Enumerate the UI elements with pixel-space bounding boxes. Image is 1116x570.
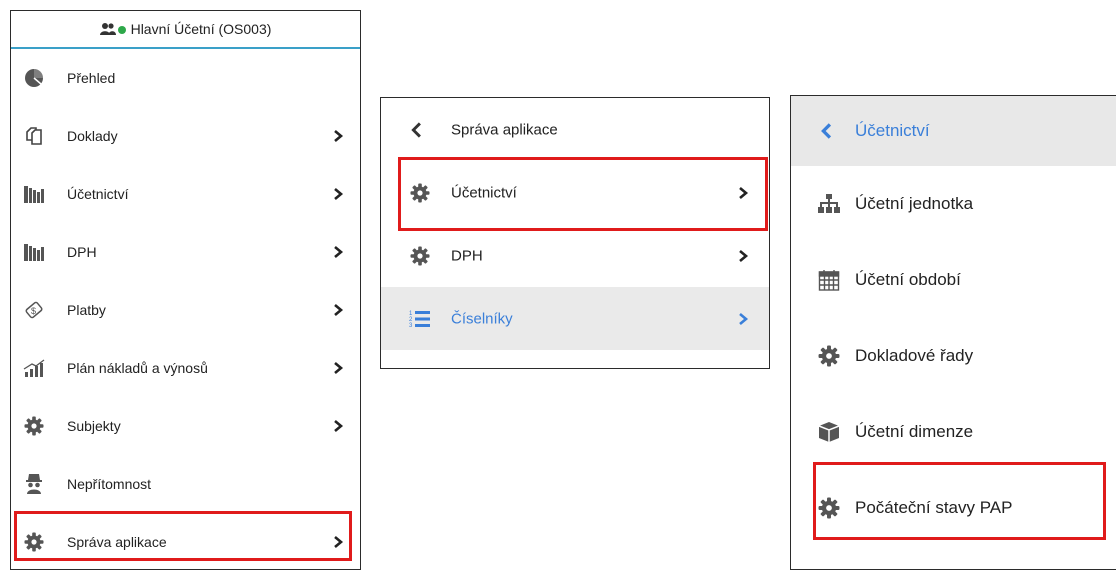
chevron-right-icon bbox=[334, 420, 344, 432]
menu-item-label: Subjekty bbox=[67, 418, 121, 434]
submenu-item-dokladove-rady[interactable]: Dokladové řady bbox=[791, 318, 1116, 394]
submenu-item-ucetni-obdobi[interactable]: Účetní období bbox=[791, 242, 1116, 318]
submenu-item-ucetni-jednotka[interactable]: Účetní jednotka bbox=[791, 166, 1116, 242]
menu-item-label: Přehled bbox=[67, 70, 116, 86]
pie-chart-icon bbox=[23, 67, 45, 89]
online-status-dot bbox=[117, 26, 126, 34]
cube-icon bbox=[817, 420, 841, 444]
menu-item-ucetnictvi[interactable]: Účetnictví bbox=[11, 165, 360, 223]
menu-item-label: Doklady bbox=[67, 128, 118, 144]
chevron-left-icon bbox=[411, 121, 421, 138]
menu-item-nepritomnost[interactable]: Nepřítomnost bbox=[11, 455, 360, 513]
org-chart-icon bbox=[817, 192, 841, 216]
highlight-sprava-aplikace bbox=[14, 511, 352, 561]
documents-icon bbox=[23, 125, 45, 147]
back-label: Správa aplikace bbox=[451, 121, 558, 138]
submenu-item-label: Účetní jednotka bbox=[855, 194, 974, 213]
svg-text:$: $ bbox=[31, 306, 36, 316]
chevron-right-icon bbox=[334, 304, 344, 316]
submenu-item-ucetni-dimenze[interactable]: Účetní dimenze bbox=[791, 394, 1116, 470]
submenu-item-label: Dokladové řady bbox=[855, 346, 974, 365]
submenu-item-ciselniky[interactable]: 123 Číselníky bbox=[381, 287, 769, 350]
user-header[interactable]: Hlavní Účetní (OS003) bbox=[11, 11, 360, 49]
chevron-right-icon bbox=[334, 246, 344, 258]
main-menu-panel: Hlavní Účetní (OS003) Přehled Doklady Úč… bbox=[10, 10, 361, 570]
menu-item-subjekty[interactable]: Subjekty bbox=[11, 397, 360, 455]
gear-icon bbox=[409, 245, 431, 267]
chevron-right-icon bbox=[334, 130, 344, 142]
chevron-right-icon bbox=[739, 312, 749, 325]
chevron-right-icon bbox=[334, 362, 344, 374]
menu-item-dph[interactable]: DPH bbox=[11, 223, 360, 281]
submenu-item-label: Číselníky bbox=[451, 310, 513, 327]
svg-text:3: 3 bbox=[409, 323, 413, 329]
admin-submenu-panel: Správa aplikace Účetnictví DPH 123 Čísel… bbox=[380, 97, 770, 369]
highlight-ucetnictvi bbox=[398, 157, 768, 231]
gear-icon bbox=[817, 344, 841, 368]
submenu-item-label: Účetní období bbox=[855, 270, 961, 289]
menu-item-plan-nakladu[interactable]: Plán nákladů a výnosů bbox=[11, 339, 360, 397]
chevron-right-icon bbox=[739, 249, 749, 262]
chevron-left-icon bbox=[821, 123, 832, 139]
menu-item-label: Nepřítomnost bbox=[67, 476, 152, 492]
numbered-list-icon: 123 bbox=[409, 308, 431, 330]
gear-icon bbox=[23, 415, 45, 437]
user-label: Hlavní Účetní (OS003) bbox=[130, 21, 272, 37]
menu-item-doklady[interactable]: Doklady bbox=[11, 107, 360, 165]
menu-item-label: Platby bbox=[67, 302, 106, 318]
calendar-icon bbox=[817, 268, 841, 292]
signal-chart-icon bbox=[23, 357, 45, 379]
chevron-right-icon bbox=[334, 188, 344, 200]
menu-item-label: Plán nákladů a výnosů bbox=[67, 360, 208, 376]
menu-item-label: Účetnictví bbox=[67, 186, 129, 202]
back-label: Účetnictví bbox=[855, 121, 930, 140]
payment-icon: $ bbox=[23, 299, 45, 321]
menu-item-platby[interactable]: $ Platby bbox=[11, 281, 360, 339]
back-button[interactable]: Správa aplikace bbox=[381, 98, 769, 161]
books-icon bbox=[23, 241, 45, 263]
users-icon bbox=[99, 23, 116, 35]
highlight-pocatecni-stavy-pap bbox=[813, 462, 1106, 540]
back-button[interactable]: Účetnictví bbox=[791, 96, 1116, 166]
submenu-item-label: Účetní dimenze bbox=[855, 422, 974, 441]
submenu-item-dph[interactable]: DPH bbox=[381, 224, 769, 287]
menu-item-prehled[interactable]: Přehled bbox=[11, 49, 360, 107]
incognito-icon bbox=[23, 473, 45, 495]
books-icon bbox=[23, 183, 45, 205]
menu-item-label: DPH bbox=[67, 244, 97, 260]
submenu-item-label: DPH bbox=[451, 247, 483, 264]
